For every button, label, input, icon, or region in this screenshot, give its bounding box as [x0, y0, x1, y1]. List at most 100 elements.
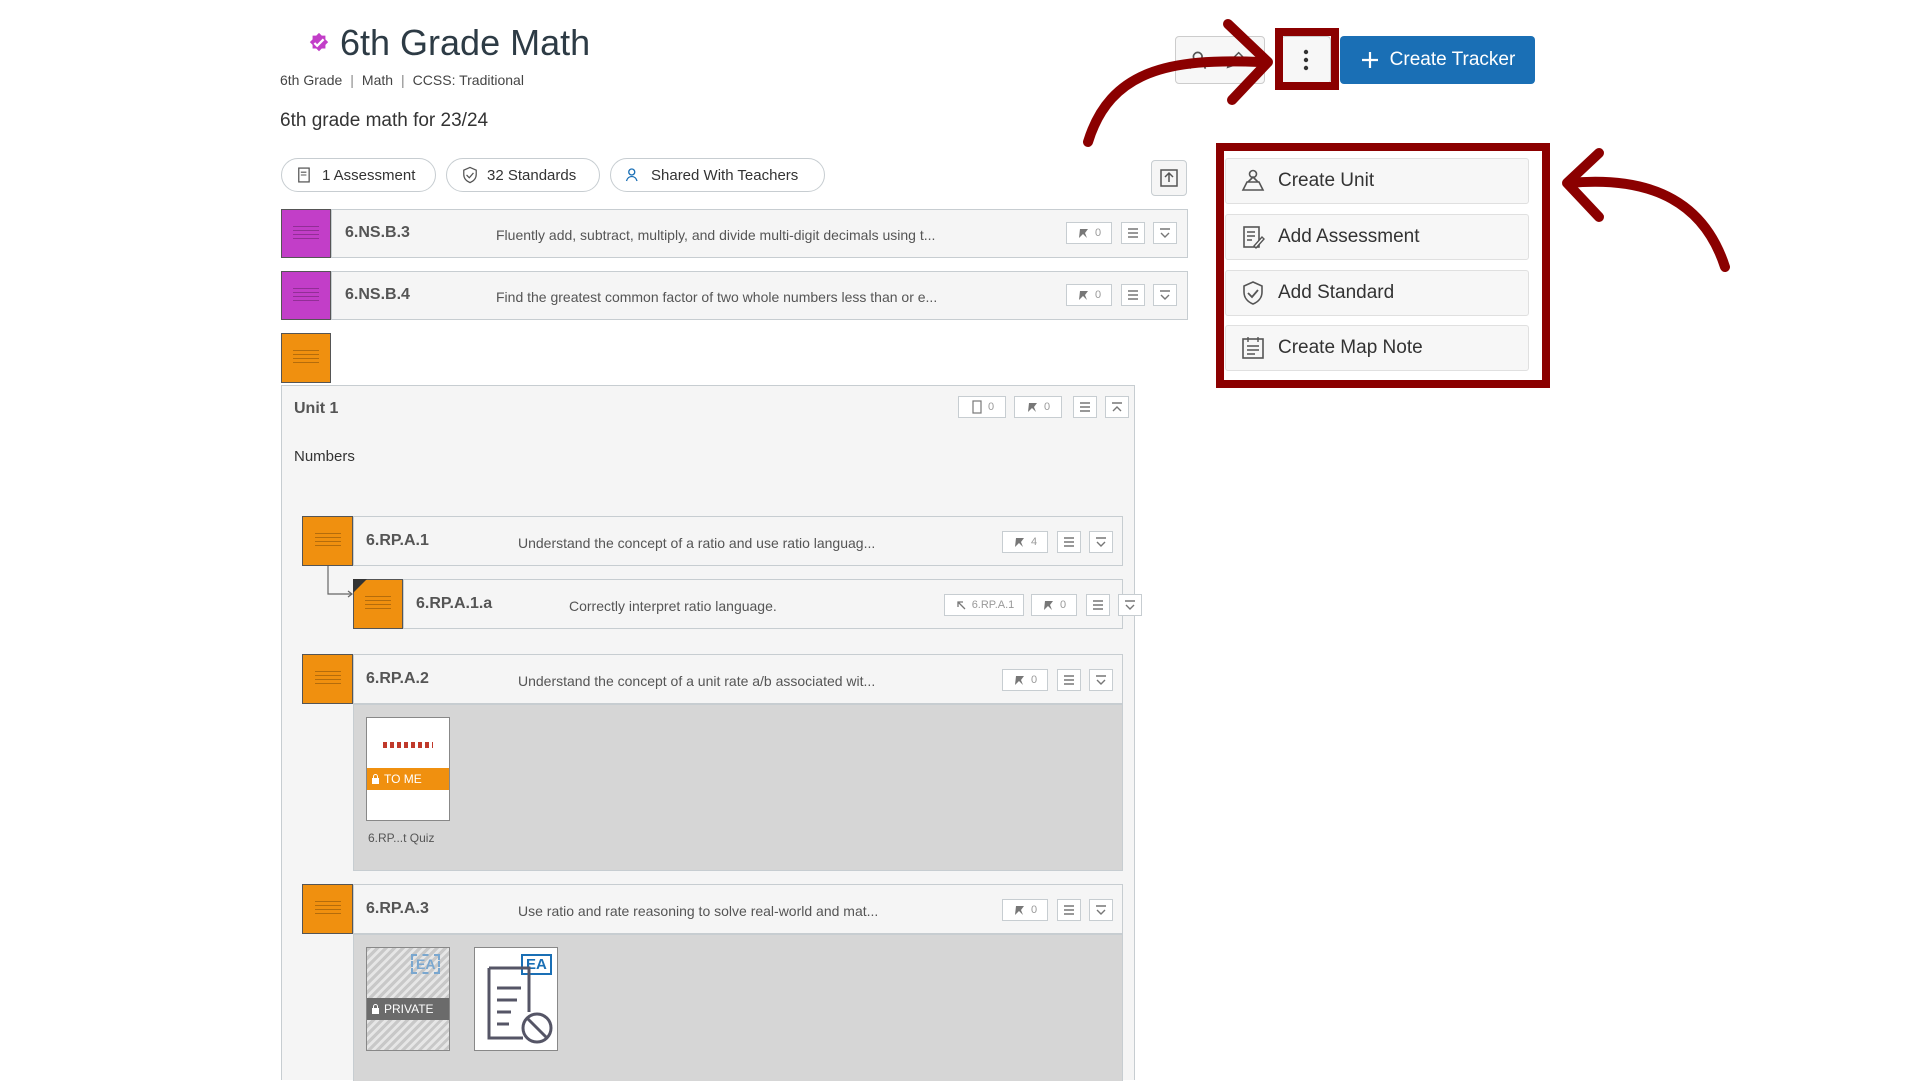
quiz-badge: TO ME	[367, 768, 449, 790]
standard-code: 6.RP.A.1	[366, 532, 429, 549]
pin-count[interactable]: 0	[1031, 594, 1077, 616]
pin-count-value: 0	[1059, 599, 1067, 611]
standard-code: 6.NS.B.3	[345, 224, 410, 241]
expand-button[interactable]	[1089, 669, 1113, 691]
export-button[interactable]	[1151, 160, 1187, 196]
assessment-icon	[298, 167, 310, 183]
page-title-text: 6th Grade Math	[340, 22, 591, 63]
arrow-up-left-icon	[957, 601, 966, 610]
assessment-panel: EA PRIVATE EA	[353, 934, 1123, 1081]
meta-standards-set: CCSS: Traditional	[412, 72, 524, 88]
standard-description: Use ratio and rate reasoning to solve re…	[518, 903, 879, 919]
standard-code: 6.NS.B.4	[345, 286, 410, 303]
private-badge-label: PRIVATE	[384, 1002, 434, 1016]
people-icon	[625, 168, 638, 182]
details-button[interactable]	[1057, 899, 1081, 921]
parent-standard-tag[interactable]: 6.RP.A.1	[944, 594, 1024, 616]
lock-icon	[372, 1004, 379, 1014]
standard-description: Find the greatest common factor of two w…	[496, 289, 938, 305]
annotation-arrow-to-more	[1083, 19, 1273, 147]
doc-count[interactable]: 0	[958, 396, 1006, 418]
pin-count[interactable]: 0	[1066, 222, 1112, 244]
pill-standards[interactable]: 32 Standards	[446, 158, 600, 192]
unit-color-swatch	[281, 333, 331, 383]
pin-icon	[1043, 601, 1053, 610]
quiz-dots-decoration	[383, 742, 433, 748]
standard-row[interactable]: 6.RP.A.2 Understand the concept of a uni…	[353, 654, 1123, 704]
collapse-button[interactable]	[1105, 396, 1129, 418]
list-icon	[1064, 537, 1074, 547]
standard-row[interactable]: 6.RP.A.3 Use ratio and rate reasoning to…	[353, 884, 1123, 934]
standard-description: Understand the concept of a unit rate a/…	[518, 673, 876, 689]
expand-button[interactable]	[1153, 284, 1177, 306]
document-blocked-icon	[487, 966, 553, 1044]
standard-row[interactable]: 6.RP.A.1 Understand the concept of a rat…	[353, 516, 1123, 566]
details-button[interactable]	[1057, 531, 1081, 553]
pin-count[interactable]: 0	[1014, 396, 1062, 418]
chevron-down-icon	[1096, 905, 1106, 915]
expand-button[interactable]	[1089, 899, 1113, 921]
shield-check-icon	[463, 166, 477, 184]
chevron-down-icon	[1096, 537, 1106, 547]
map-description: 6th grade math for 23/24	[280, 110, 489, 131]
pin-count[interactable]: 4	[1002, 531, 1048, 553]
private-assessment-thumbnail[interactable]: EA PRIVATE	[366, 947, 450, 1051]
pin-icon	[1014, 906, 1024, 915]
standard-code: 6.RP.A.1.a	[416, 595, 493, 612]
verified-badge-icon	[309, 32, 329, 52]
details-button[interactable]	[1073, 396, 1097, 418]
standard-description: Correctly interpret ratio language.	[569, 598, 777, 614]
pin-count[interactable]: 0	[1066, 284, 1112, 306]
pin-icon	[1014, 538, 1024, 547]
annotation-arrow-to-menu	[1562, 148, 1730, 272]
details-button[interactable]	[1057, 669, 1081, 691]
pin-count[interactable]: 0	[1002, 669, 1048, 691]
child-connector	[327, 566, 353, 598]
pill-shared[interactable]: Shared With Teachers	[610, 158, 825, 192]
list-icon	[1093, 600, 1103, 610]
standard-row[interactable]: 6.NS.B.3 Fluently add, subtract, multipl…	[331, 209, 1188, 258]
chevron-down-icon	[1096, 675, 1106, 685]
ea-tag: EA	[411, 954, 441, 974]
course-meta: 6th Grade | Math | CCSS: Traditional	[280, 72, 524, 88]
create-tracker-button[interactable]: Create Tracker	[1340, 36, 1535, 84]
unit-subtitle: Numbers	[294, 448, 355, 465]
pill-label: Shared With Teachers	[651, 166, 799, 184]
list-icon	[1128, 228, 1138, 238]
pill-label: 1 Assessment	[322, 166, 416, 184]
blocked-assessment-thumbnail[interactable]: EA	[474, 947, 558, 1051]
lock-icon	[372, 774, 379, 784]
more-options-highlight	[1275, 28, 1339, 90]
list-icon	[1128, 290, 1138, 300]
list-icon	[1064, 675, 1074, 685]
pin-count-value: 0	[1030, 674, 1038, 686]
expand-button[interactable]	[1153, 222, 1177, 244]
unit-container[interactable]: Unit 1 Numbers 0 0 6.RP.A.1 Understand t…	[281, 385, 1142, 1081]
color-swatch	[281, 271, 331, 320]
parent-standard-code: 6.RP.A.1	[971, 599, 1015, 611]
chevron-down-icon	[1160, 290, 1170, 300]
standard-code: 6.RP.A.3	[366, 900, 429, 917]
pin-icon	[1078, 291, 1088, 300]
details-button[interactable]	[1121, 222, 1145, 244]
standard-row[interactable]: 6.RP.A.1.a Correctly interpret ratio lan…	[403, 579, 1142, 629]
pin-count-value: 0	[1094, 227, 1102, 239]
pin-icon	[1014, 676, 1024, 685]
pin-icon	[1027, 403, 1037, 412]
quiz-thumbnail[interactable]: TO ME	[366, 717, 450, 821]
upload-icon	[1160, 169, 1178, 187]
meta-subject: Math	[361, 72, 394, 88]
standard-row[interactable]: 6.NS.B.4 Find the greatest common factor…	[331, 271, 1188, 320]
details-button[interactable]	[1121, 284, 1145, 306]
expand-button[interactable]	[1089, 531, 1113, 553]
page-title: 6th Grade Math	[308, 22, 590, 64]
unit-title: Unit 1	[294, 400, 339, 417]
pin-count-value: 0	[1043, 401, 1051, 413]
pill-assessments[interactable]: 1 Assessment	[281, 158, 436, 192]
expand-button[interactable]	[1118, 594, 1142, 616]
pin-count[interactable]: 0	[1002, 899, 1048, 921]
details-button[interactable]	[1086, 594, 1110, 616]
list-icon	[1064, 905, 1074, 915]
document-icon	[972, 400, 982, 414]
standard-description: Fluently add, subtract, multiply, and di…	[496, 227, 936, 243]
